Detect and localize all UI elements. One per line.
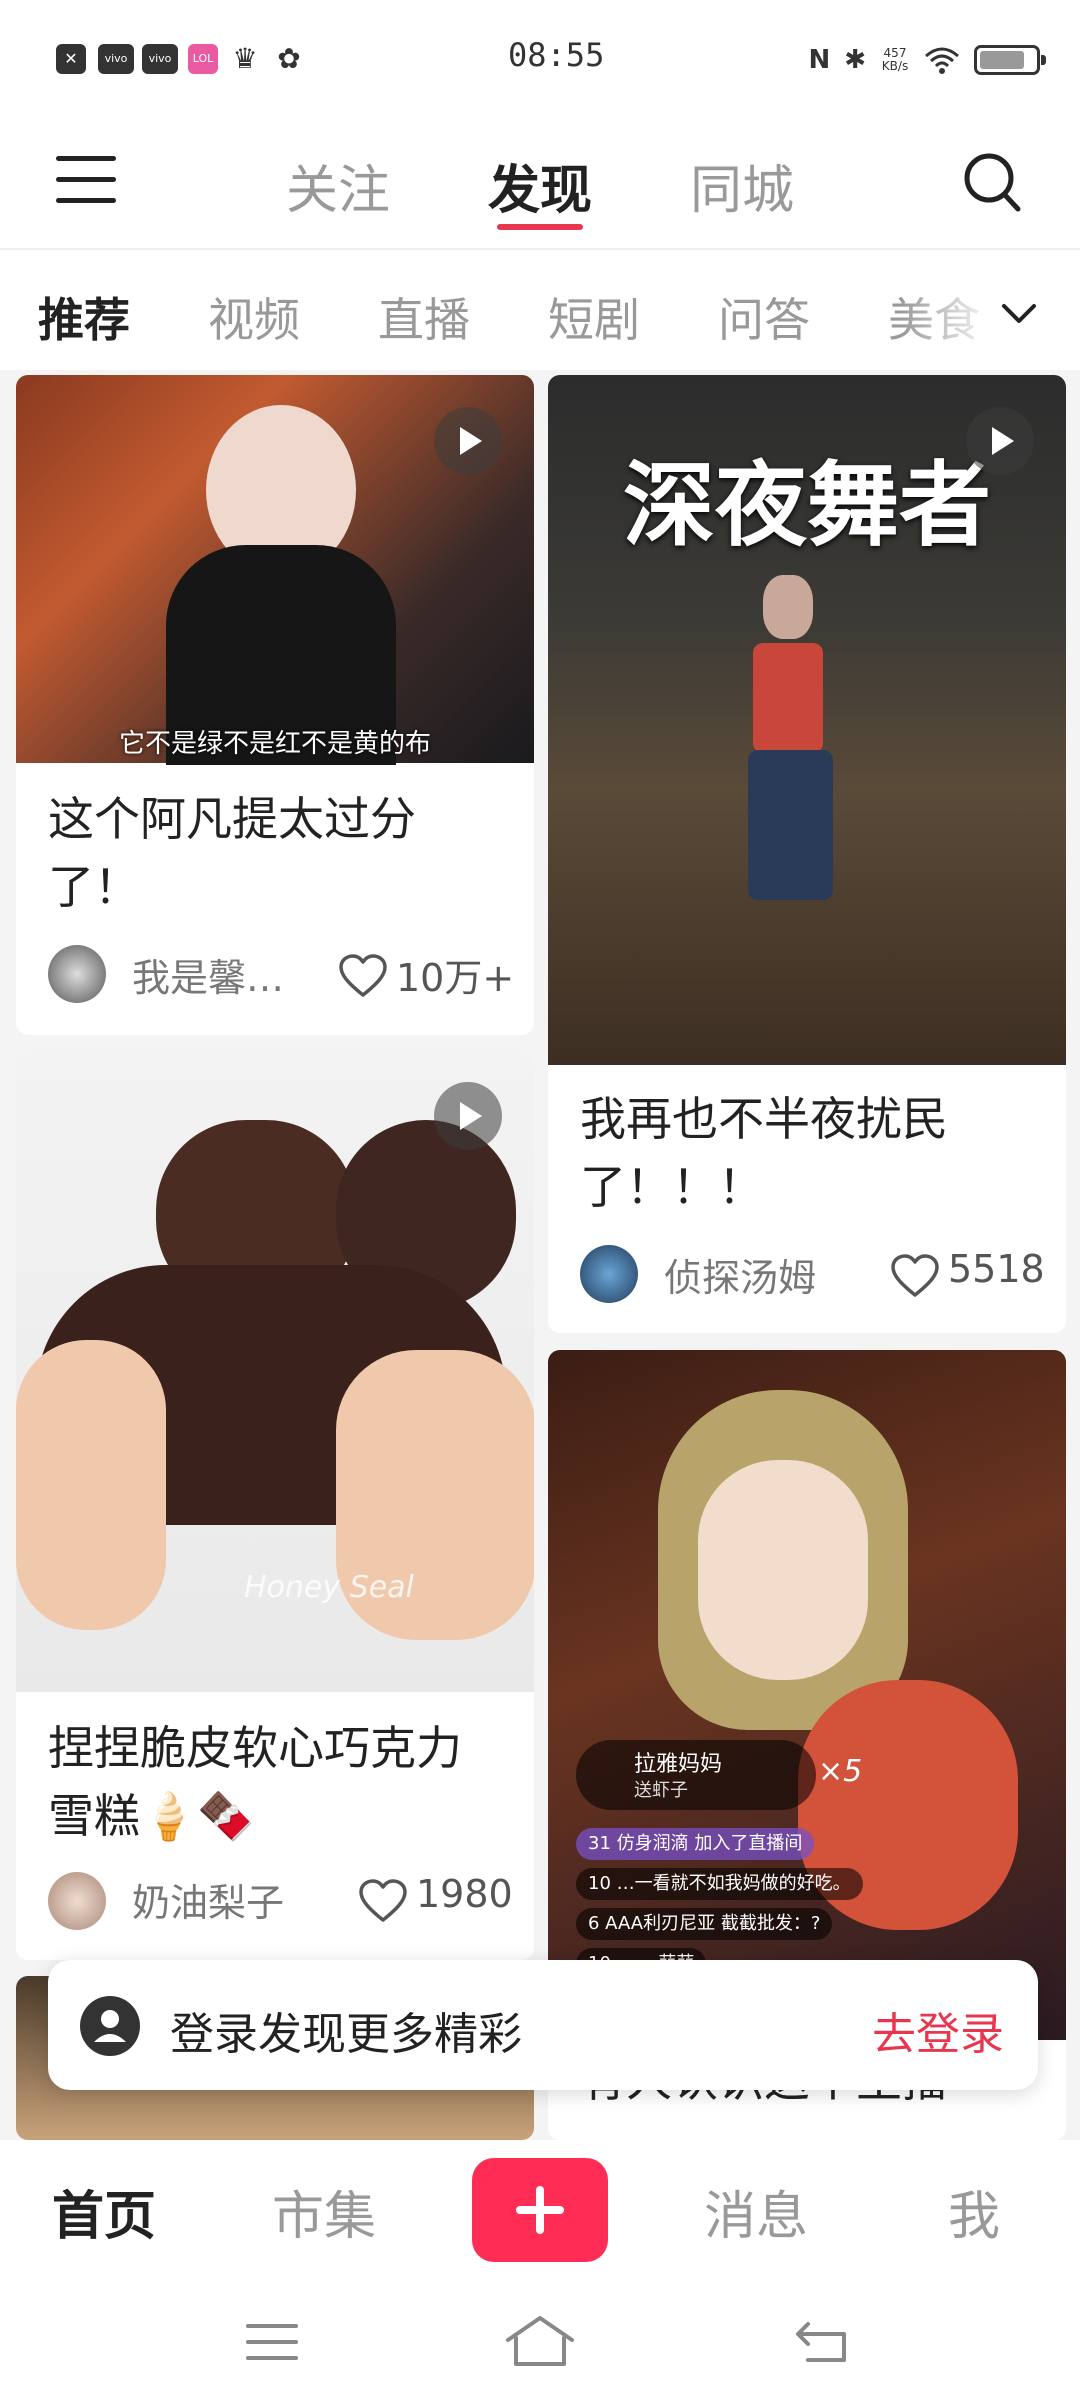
app-badge-icon: LOL xyxy=(188,44,218,74)
category-short-drama[interactable]: 短剧 xyxy=(548,284,640,350)
hand xyxy=(16,1340,166,1630)
live-comment: 10 …一看就不如我妈做的好吃。 xyxy=(576,1868,863,1900)
network-speed: 457 KB/s xyxy=(881,46,909,73)
card-author[interactable]: 侦探汤姆 xyxy=(664,1247,816,1302)
bottom-nav: 首页 市集 消息 我 xyxy=(0,2140,1080,2280)
category-live[interactable]: 直播 xyxy=(378,284,470,350)
tab-follow[interactable]: 关注 xyxy=(286,148,390,223)
card-title: 捏捏脆皮软心巧克力雪糕🍦🍫 xyxy=(48,1721,462,1843)
play-icon xyxy=(966,407,1034,475)
live-comment: 6 AAA利刃尼亚 截截批发：? xyxy=(576,1908,833,1940)
login-prompt-text: 登录发现更多精彩 xyxy=(170,2009,522,2060)
like-count: 5518 xyxy=(948,1247,1045,1291)
feed-card[interactable]: 深夜舞者 我再也不半夜扰民了！！！ 侦探汤姆 5518 xyxy=(548,375,1066,1333)
category-fade xyxy=(900,270,1080,350)
vivo-icon: vivo xyxy=(98,44,134,74)
tab-nearby[interactable]: 同城 xyxy=(690,148,794,223)
close-app-icon: ✕ xyxy=(56,44,86,74)
category-recommend[interactable]: 推荐 xyxy=(38,284,130,350)
card-thumbnail: 拉雅妈妈 送虾子 ×5 31 仿身润滴 加入了直播间 10 …一看就不如我妈做的… xyxy=(548,1350,1066,2040)
card-author[interactable]: 奶油梨子 xyxy=(132,1872,284,1927)
watermark: Honey Seal xyxy=(244,1570,414,1605)
live-comment: 31 仿身润滴 加入了直播间 xyxy=(576,1828,815,1860)
play-icon xyxy=(434,407,502,475)
card-author[interactable]: 我是馨… xyxy=(132,947,284,1002)
back-icon[interactable] xyxy=(794,2318,850,2366)
like-count: 10万+ xyxy=(396,956,515,1000)
vivo-icon: vivo xyxy=(142,44,178,74)
battery-icon xyxy=(974,45,1046,75)
tab-discover[interactable]: 发现 xyxy=(488,148,592,223)
home-icon[interactable] xyxy=(504,2314,576,2368)
create-post-button[interactable] xyxy=(472,2158,608,2262)
system-nav-bar xyxy=(0,2280,1080,2400)
character-face xyxy=(698,1460,868,1680)
live-gift-count: ×5 xyxy=(818,1754,863,1789)
card-thumbnail: 深夜舞者 xyxy=(548,375,1066,1065)
avatar[interactable] xyxy=(48,945,106,1003)
status-right: N ✱ 457 KB/s xyxy=(808,40,1046,80)
category-video[interactable]: 视频 xyxy=(208,284,300,350)
login-button[interactable]: 去登录 xyxy=(872,1998,1004,2062)
user-icon xyxy=(80,1996,140,2056)
menu-icon[interactable] xyxy=(56,156,116,206)
avatar[interactable] xyxy=(48,1872,106,1930)
login-prompt-bar[interactable]: 登录发现更多精彩 去登录 xyxy=(48,1960,1038,2090)
video-subtitle: 它不是绿不是红不是黄的布 xyxy=(118,729,431,759)
active-tab-indicator xyxy=(497,224,583,230)
status-bar: ✕ vivo vivo LOL ♛ ✿ 08:55 N ✱ 457 KB/s xyxy=(0,0,1080,120)
person-head xyxy=(763,575,813,639)
category-bar: 推荐 视频 直播 短剧 问答 美食 xyxy=(0,250,1080,370)
nav-market[interactable]: 市集 xyxy=(272,2174,376,2249)
category-qa[interactable]: 问答 xyxy=(718,284,810,350)
play-icon xyxy=(434,1082,502,1150)
nfc-icon: N xyxy=(808,45,831,75)
status-time: 08:55 xyxy=(508,36,605,74)
like-count: 1980 xyxy=(416,1872,513,1916)
nav-me[interactable]: 我 xyxy=(948,2174,1000,2249)
heart-icon[interactable] xyxy=(338,953,388,999)
heart-icon[interactable] xyxy=(890,1253,940,1299)
feed-card[interactable]: Honey Seal 捏捏脆皮软心巧克力雪糕🍦🍫 奶油梨子 1980 xyxy=(16,1050,534,1960)
wifi-icon xyxy=(925,47,959,74)
person-legs xyxy=(748,750,833,900)
card-title: 这个阿凡提太过分了！ xyxy=(48,792,416,914)
nav-home[interactable]: 首页 xyxy=(52,2174,156,2249)
search-icon[interactable] xyxy=(962,150,1022,214)
person-vest xyxy=(753,643,823,753)
crown-icon: ♛ xyxy=(232,42,258,75)
card-title: 我再也不半夜扰民了！！！ xyxy=(580,1092,948,1214)
avatar[interactable] xyxy=(580,1245,638,1303)
nav-messages[interactable]: 消息 xyxy=(704,2174,808,2249)
flower-icon: ✿ xyxy=(277,42,301,75)
feed-card[interactable]: 它不是绿不是红不是黄的布 这个阿凡提太过分了！ 我是馨… 10万+ xyxy=(16,375,534,1035)
top-header: 关注 发现 同城 xyxy=(0,120,1080,250)
bluetooth-icon: ✱ xyxy=(844,45,866,75)
chevron-down-icon[interactable] xyxy=(1000,294,1038,332)
heart-icon[interactable] xyxy=(358,1878,408,1924)
recent-apps-icon[interactable] xyxy=(244,2320,300,2364)
live-badge: 拉雅妈妈 送虾子 xyxy=(576,1740,816,1810)
